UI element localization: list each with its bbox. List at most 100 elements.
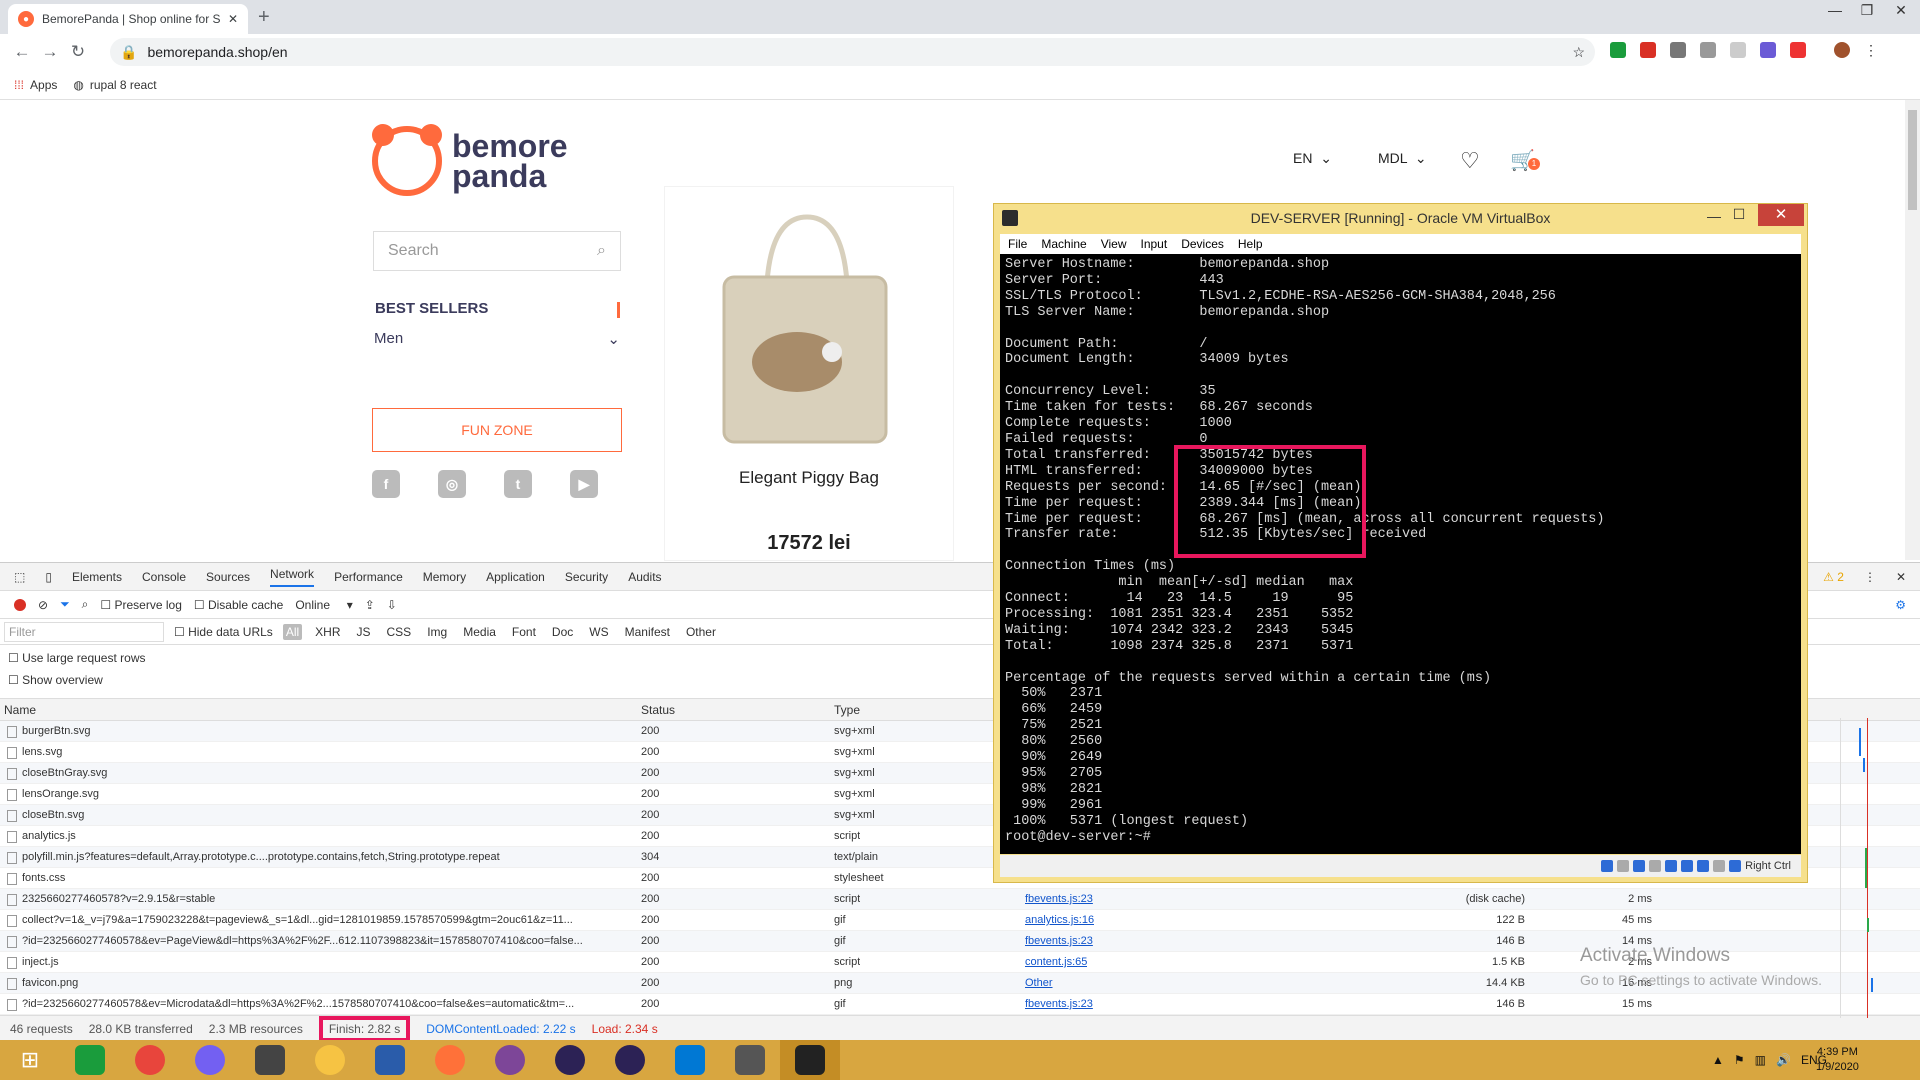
fun-zone-button[interactable]: FUN ZONE — [372, 408, 622, 452]
tab-network[interactable]: Network — [270, 567, 315, 587]
filter-icon[interactable]: ⏷ — [60, 597, 70, 612]
tab-security[interactable]: Security — [565, 570, 608, 584]
taskbar-store[interactable] — [60, 1040, 120, 1080]
reload-icon[interactable]: ↻ — [64, 42, 92, 62]
site-search-input[interactable]: Search ⌕ — [373, 231, 621, 271]
new-tab-button[interactable]: + — [258, 6, 270, 29]
tab-performance[interactable]: Performance — [334, 570, 403, 584]
product-image[interactable] — [712, 212, 897, 447]
table-row[interactable]: collect?v=1&_v=j79&a=1759023228&t=pagevi… — [0, 910, 1920, 931]
product-name[interactable]: Elegant Piggy Bag — [664, 468, 954, 488]
page-scrollbar[interactable] — [1905, 100, 1920, 560]
filter-img[interactable]: Img — [424, 624, 450, 640]
vbox-minimize-button[interactable]: — — [1702, 208, 1726, 224]
hide-data-urls-checkbox[interactable]: ☐ Hide data URLs — [174, 625, 273, 639]
settings-gear-icon[interactable]: ⚙ — [1895, 598, 1906, 612]
large-rows-checkbox[interactable]: ☐ Use large request rows — [8, 651, 145, 665]
devtools-menu-icon[interactable]: ⋮ — [1864, 570, 1876, 584]
bookmark-star-icon[interactable]: ☆ — [1572, 44, 1585, 61]
filter-media[interactable]: Media — [460, 624, 499, 640]
clear-icon[interactable]: ⊘ — [38, 598, 48, 612]
menu-machine[interactable]: Machine — [1041, 237, 1086, 251]
vbox-network-icon[interactable] — [1649, 860, 1662, 872]
filter-doc[interactable]: Doc — [549, 624, 576, 640]
column-status[interactable]: Status — [641, 703, 675, 717]
filter-other[interactable]: Other — [683, 624, 719, 640]
request-initiator[interactable]: fbevents.js:23 — [1025, 893, 1093, 905]
table-row[interactable]: ?id=2325660277460578&ev=Microdata&dl=htt… — [0, 994, 1920, 1015]
search-icon[interactable]: ⌕ — [597, 242, 606, 260]
import-icon[interactable]: ⇪ — [365, 598, 375, 612]
request-initiator[interactable]: analytics.js:16 — [1025, 914, 1094, 926]
menu-help[interactable]: Help — [1238, 237, 1263, 251]
request-initiator[interactable]: fbevents.js:23 — [1025, 935, 1093, 947]
profile-avatar[interactable] — [1834, 42, 1850, 58]
vbox-record-icon[interactable] — [1713, 860, 1726, 872]
address-bar[interactable]: 🔒 bemorepanda.shop/en ☆ — [110, 38, 1595, 66]
request-initiator[interactable]: Other — [1025, 977, 1053, 989]
close-tab-icon[interactable]: ✕ — [228, 12, 238, 26]
menu-dots-icon[interactable]: ⋮ — [1864, 42, 1878, 59]
close-window-button[interactable]: ✕ — [1886, 2, 1916, 19]
column-name[interactable]: Name — [4, 703, 36, 717]
export-icon[interactable]: ⇩ — [387, 598, 397, 612]
wishlist-heart-icon[interactable]: ♡ — [1460, 148, 1480, 174]
warning-count[interactable]: ⚠ 2 — [1823, 570, 1844, 584]
system-clock[interactable]: 4:39 PM 1/9/2020 — [1816, 1045, 1859, 1075]
tray-volume-icon[interactable]: 🔊 — [1776, 1053, 1791, 1067]
vbox-display-icon[interactable] — [1697, 860, 1710, 872]
disable-cache-checkbox[interactable]: ☐ Disable cache — [194, 598, 283, 612]
tab-console[interactable]: Console — [142, 570, 186, 584]
taskbar-eclipse-2[interactable] — [600, 1040, 660, 1080]
extension-brush-icon[interactable] — [1790, 42, 1806, 58]
start-button[interactable]: ⊞ — [0, 1040, 60, 1080]
taskbar-chrome[interactable] — [120, 1040, 180, 1080]
extension-dev-icon[interactable] — [1760, 42, 1776, 58]
taskbar-app-window[interactable] — [720, 1040, 780, 1080]
taskbar-viber[interactable] — [180, 1040, 240, 1080]
browser-tab[interactable]: ● BemorePanda | Shop online for S ✕ — [8, 4, 248, 34]
search-network-icon[interactable]: ⌕ — [82, 597, 89, 612]
vbox-usb-icon[interactable] — [1665, 860, 1678, 872]
table-row[interactable]: 2325660277460578?v=2.9.15&r=stable 200 scr… — [0, 889, 1920, 910]
filter-input[interactable]: Filter — [4, 621, 164, 642]
tab-audits[interactable]: Audits — [628, 570, 661, 584]
category-men[interactable]: Men ⌄ — [374, 330, 620, 348]
filter-js[interactable]: JS — [354, 624, 374, 640]
column-type[interactable]: Type — [834, 703, 860, 717]
preserve-log-checkbox[interactable]: ☐ Preserve log — [100, 598, 181, 612]
filter-all[interactable]: All — [282, 623, 303, 640]
instagram-icon[interactable]: ◎ — [438, 470, 466, 498]
devtools-close-icon[interactable]: ✕ — [1896, 570, 1906, 584]
tab-application[interactable]: Application — [486, 570, 545, 584]
taskbar-rubik[interactable] — [240, 1040, 300, 1080]
vbox-maximize-button[interactable]: ☐ — [1727, 206, 1751, 223]
facebook-icon[interactable]: f — [372, 470, 400, 498]
minimize-window-button[interactable]: — — [1820, 2, 1850, 18]
extension-pen-icon[interactable] — [1640, 42, 1656, 58]
device-toggle-icon[interactable]: ▯ — [45, 570, 52, 584]
request-initiator[interactable]: fbevents.js:23 — [1025, 998, 1093, 1010]
record-icon[interactable] — [14, 598, 26, 611]
taskbar-eclipse-1[interactable] — [540, 1040, 600, 1080]
tab-memory[interactable]: Memory — [423, 570, 466, 584]
menu-input[interactable]: Input — [1141, 237, 1168, 251]
extension-blank-icon[interactable] — [1730, 42, 1746, 58]
taskbar-firefox[interactable] — [420, 1040, 480, 1080]
menu-file[interactable]: File — [1008, 237, 1027, 251]
site-logo[interactable]: bemore panda — [372, 124, 568, 196]
extension-json-icon[interactable] — [1700, 42, 1716, 58]
menu-devices[interactable]: Devices — [1181, 237, 1224, 251]
taskbar-vscode[interactable] — [660, 1040, 720, 1080]
currency-select[interactable]: MDL ⌄ — [1378, 150, 1427, 167]
filter-ws[interactable]: WS — [586, 624, 611, 640]
taskbar-tor[interactable] — [480, 1040, 540, 1080]
extension-camera-icon[interactable] — [1670, 42, 1686, 58]
tray-network-icon[interactable]: ▥ — [1755, 1053, 1766, 1067]
restore-window-button[interactable]: ❐ — [1852, 2, 1882, 19]
youtube-icon[interactable]: ▶ — [570, 470, 598, 498]
request-initiator[interactable]: content.js:65 — [1025, 956, 1087, 968]
vbox-keyboard-icon[interactable] — [1729, 860, 1742, 872]
back-icon[interactable]: ← — [8, 42, 36, 62]
vbox-disk-icon[interactable] — [1601, 860, 1614, 872]
